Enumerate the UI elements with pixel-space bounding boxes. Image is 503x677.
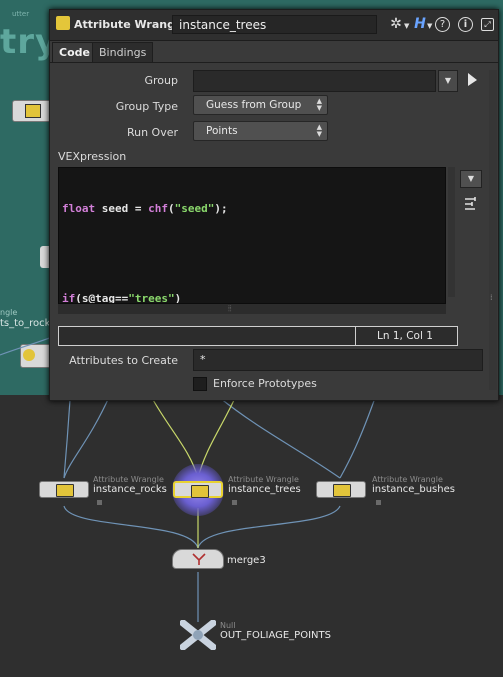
wrangle-icon xyxy=(56,484,74,497)
node-instance-rocks-name: instance_rocks xyxy=(93,484,167,495)
group-label: Group xyxy=(144,74,179,87)
tab-bindings[interactable]: Bindings xyxy=(92,42,154,63)
maximize-icon[interactable]: ⤢ xyxy=(481,18,494,31)
wrangle-icon xyxy=(191,485,209,498)
node-name-field[interactable]: instance_trees xyxy=(172,15,377,34)
enforce-prototypes-checkbox[interactable] xyxy=(193,377,207,391)
node-instance-trees-name: instance_trees xyxy=(228,484,301,495)
group-type-value: Guess from Group xyxy=(206,99,302,111)
status-divider xyxy=(355,327,356,345)
merge-icon xyxy=(192,553,206,565)
attributes-to-create-field[interactable]: * xyxy=(193,349,483,371)
info-icon[interactable]: i xyxy=(458,17,473,32)
wrangle-icon xyxy=(56,16,70,30)
run-over-select[interactable]: Points ▲ ▼ xyxy=(193,121,328,141)
wire-top-right xyxy=(219,397,341,479)
group-field[interactable] xyxy=(193,70,436,92)
node-instance-rocks[interactable] xyxy=(39,481,89,498)
tab-code[interactable]: Code xyxy=(52,42,97,63)
code-options-button[interactable]: ▼ xyxy=(460,170,482,188)
node-type-label: Attribute Wrangle xyxy=(74,18,187,31)
select-arrow-icon[interactable] xyxy=(465,72,479,88)
node-instance-rocks-type: Attribute Wrangle xyxy=(93,475,164,484)
node-instance-bushes-flag xyxy=(376,500,381,505)
node-instance-trees-flag xyxy=(232,500,237,505)
node-merge3-name: merge3 xyxy=(227,555,266,566)
code-vscroll-top[interactable] xyxy=(448,167,455,297)
tab-divider xyxy=(50,62,498,63)
wire-bushes-merge xyxy=(197,505,341,549)
create-spare-params-icon[interactable] xyxy=(462,195,480,213)
code-line-1: float seed = chf("seed"); xyxy=(62,202,228,215)
editor-status-bar: Ln 1, Col 1 xyxy=(58,326,458,346)
enforce-prototypes-label: Enforce Prototypes xyxy=(213,377,317,390)
node-instance-bushes-type: Attribute Wrangle xyxy=(372,475,443,484)
vexpression-label: VEXpression xyxy=(58,150,127,163)
wire-rocks-in xyxy=(63,394,111,479)
node-instance-bushes[interactable] xyxy=(316,481,366,498)
wrangle-icon xyxy=(333,484,351,497)
question-icon[interactable]: ? xyxy=(435,17,450,32)
code-line-3: if(s@tag=="trees") xyxy=(62,292,182,304)
spin-arrows-icon: ▲ ▼ xyxy=(316,123,322,138)
attributes-to-create-label: Attributes to Create xyxy=(69,354,178,367)
vex-code-editor[interactable]: float seed = chf("seed"); if(s@tag=="tre… xyxy=(58,167,446,304)
panel-vscroll-thumb[interactable]: ⁞ xyxy=(490,294,496,310)
spin-arrows-icon: ▲ ▼ xyxy=(316,97,322,112)
group-dropdown-button[interactable]: ▼ xyxy=(438,70,458,92)
run-over-label: Run Over xyxy=(126,126,178,139)
node-merge3[interactable] xyxy=(172,549,224,569)
cursor-position: Ln 1, Col 1 xyxy=(377,330,433,342)
h-help-icon[interactable]: H xyxy=(412,16,428,32)
node-instance-bushes-name: instance_bushes xyxy=(372,484,455,495)
node-instance-trees[interactable] xyxy=(173,481,223,498)
panel-vscroll[interactable] xyxy=(489,70,497,390)
gear-menu-arrow[interactable]: ▼ xyxy=(404,22,409,30)
parameter-panel: Attribute Wrangle instance_trees ✲ ▼ H ▼… xyxy=(49,9,499,401)
node-out-foliage-points[interactable] xyxy=(180,620,216,650)
group-type-select[interactable]: Guess from Group ▲ ▼ xyxy=(193,95,328,115)
panel-titlebar: Attribute Wrangle instance_trees ✲ ▼ H ▼… xyxy=(50,10,498,41)
node-instance-rocks-flag xyxy=(97,500,102,505)
node-out-name: OUT_FOLIAGE_POINTS xyxy=(220,630,331,641)
group-type-label: Group Type xyxy=(115,100,178,113)
code-hscrollbar[interactable]: ⦙⦙ xyxy=(58,304,446,314)
wire-right xyxy=(339,397,376,479)
wire-rocks-merge xyxy=(63,505,199,549)
node-instance-trees-type: Attribute Wrangle xyxy=(228,475,299,484)
gear-icon[interactable]: ✲ xyxy=(388,16,404,32)
node-out-type: Null xyxy=(220,621,236,630)
run-over-value: Points xyxy=(206,125,238,137)
h-menu-arrow[interactable]: ▼ xyxy=(427,22,432,30)
scroll-grip-icon[interactable]: ⦙⦙ xyxy=(228,305,242,313)
